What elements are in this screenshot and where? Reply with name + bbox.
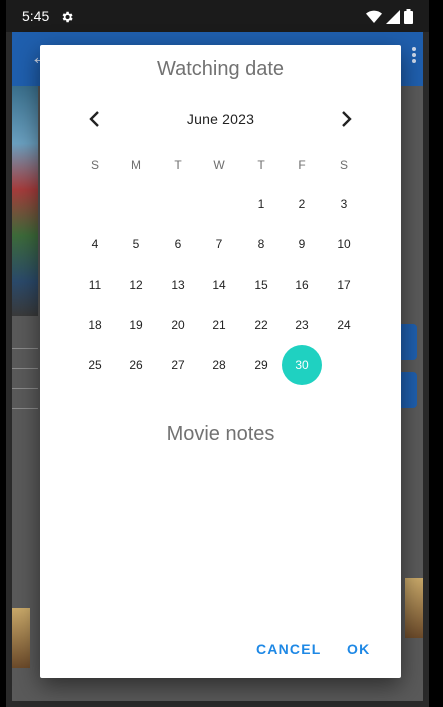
divider — [12, 348, 38, 349]
status-bar: 5:45 — [6, 0, 429, 32]
calendar-day[interactable]: 6 — [158, 224, 198, 264]
calendar-day[interactable]: 24 — [324, 305, 364, 345]
battery-icon — [404, 9, 413, 29]
ok-button[interactable]: OK — [347, 641, 370, 657]
calendar-day[interactable]: 7 — [199, 224, 239, 264]
thumbnail-image — [12, 608, 30, 668]
calendar-day[interactable]: 19 — [116, 305, 156, 345]
month-navigation: June 2023 — [40, 105, 401, 133]
signal-icon — [386, 9, 400, 29]
gear-icon — [60, 10, 74, 29]
divider — [12, 408, 38, 409]
calendar-day[interactable]: 10 — [324, 224, 364, 264]
calendar-day[interactable]: 16 — [282, 265, 322, 305]
status-icons — [366, 9, 413, 29]
movie-poster-image — [12, 86, 38, 316]
calendar-day[interactable]: 13 — [158, 265, 198, 305]
calendar-day[interactable]: 11 — [75, 265, 115, 305]
calendar-day[interactable]: 3 — [324, 184, 364, 224]
weekday-label: T — [257, 158, 265, 172]
movie-notes-label: Movie notes — [166, 423, 275, 445]
calendar-day[interactable]: 1 — [241, 184, 281, 224]
calendar-day[interactable]: 2 — [282, 184, 322, 224]
thumbnail-image — [405, 578, 423, 638]
divider — [12, 368, 38, 369]
calendar-day[interactable]: 14 — [199, 265, 239, 305]
calendar-day[interactable]: 5 — [116, 224, 156, 264]
calendar-day[interactable]: 23 — [282, 305, 322, 345]
calendar-day[interactable]: 21 — [199, 305, 239, 345]
calendar-day[interactable]: 8 — [241, 224, 281, 264]
dialog-title: Watching date — [156, 58, 285, 80]
calendar-day[interactable]: 18 — [75, 305, 115, 345]
calendar-day[interactable]: 4 — [75, 224, 115, 264]
selected-day[interactable]: 30 — [282, 345, 322, 385]
date-picker-dialog: Watching date June 2023 S M T W T F S 12… — [40, 45, 401, 678]
cancel-button[interactable]: CANCEL — [256, 641, 322, 657]
calendar-day[interactable]: 25 — [75, 345, 115, 385]
calendar-day[interactable]: 28 — [199, 345, 239, 385]
weekday-label: T — [174, 158, 182, 172]
calendar-day[interactable]: 20 — [158, 305, 198, 345]
wifi-icon — [366, 10, 382, 29]
calendar-day[interactable]: 17 — [324, 265, 364, 305]
weekday-label: S — [90, 158, 99, 172]
calendar-day[interactable]: 9 — [282, 224, 322, 264]
status-time: 5:45 — [22, 8, 50, 24]
weekday-label: F — [298, 158, 306, 172]
weekday-label: S — [339, 158, 348, 172]
calendar-day[interactable]: 15 — [241, 265, 281, 305]
chevron-right-icon[interactable] — [334, 107, 358, 131]
calendar-day[interactable]: 12 — [116, 265, 156, 305]
calendar-day[interactable]: 27 — [158, 345, 198, 385]
calendar-day[interactable]: 29 — [241, 345, 281, 385]
divider — [12, 388, 38, 389]
calendar-day[interactable]: 26 — [116, 345, 156, 385]
more-vert-icon[interactable] — [411, 46, 417, 69]
calendar-day[interactable]: 22 — [241, 305, 281, 345]
weekday-label: W — [213, 158, 225, 172]
weekday-label: M — [131, 158, 141, 172]
